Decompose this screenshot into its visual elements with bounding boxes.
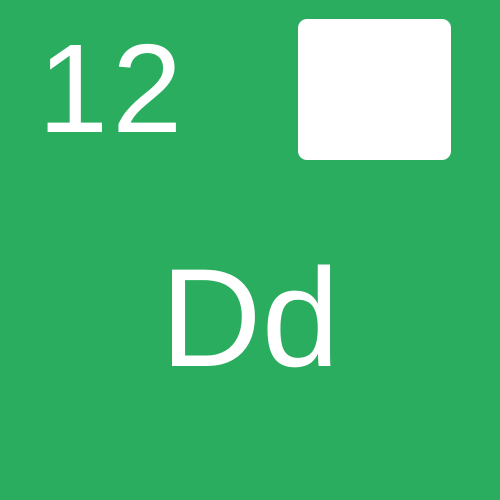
- letter-card: 12 Dd: [0, 0, 500, 500]
- card-letters: Dd: [160, 239, 340, 396]
- card-number: 12: [38, 18, 187, 159]
- white-square: [298, 19, 451, 160]
